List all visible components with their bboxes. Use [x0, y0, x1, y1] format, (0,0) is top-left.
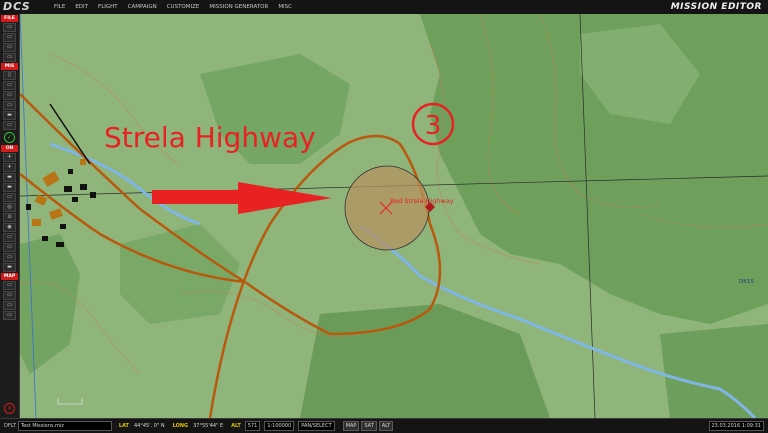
waypoint-number: 3 [425, 111, 442, 141]
long-value: 37°55'44" E [193, 423, 224, 429]
status-bar: DFLT Test Missions.miz LAT 44°45'. 0" N … [0, 418, 768, 433]
add-vehicle-button[interactable]: ▬ [3, 183, 16, 192]
menu-misc[interactable]: MISC [273, 0, 297, 14]
app-logo: DCS [3, 0, 31, 13]
map-scale[interactable]: 1:100000 [264, 421, 295, 431]
map-options-button[interactable]: ▭ [3, 281, 16, 290]
pan-select-mode[interactable]: PAN/SELECT [298, 421, 335, 431]
map-find-button[interactable]: ▭ [3, 301, 16, 310]
menu-campaign[interactable]: CAMPAIGN [123, 0, 162, 14]
check-circle-icon[interactable]: ✓ [4, 132, 15, 143]
alt-value: 571 [244, 421, 261, 431]
mission-options-button[interactable]: ▯ [3, 71, 16, 80]
draw-button[interactable]: ▭ [3, 243, 16, 252]
lat-label: LAT [118, 423, 129, 429]
section-map-label: MAP [1, 273, 18, 280]
mode-label: DFLT [4, 423, 16, 429]
measure-button[interactable]: ▭ [3, 233, 16, 242]
add-template-button[interactable]: ◎ [3, 203, 16, 212]
section-on-label: ON [1, 145, 18, 152]
alt-label: ALT [231, 423, 241, 429]
briefing-button[interactable]: ▭ [3, 81, 16, 90]
trigger-zone[interactable] [344, 165, 430, 251]
mission-file-field: Test Missions.miz [17, 421, 112, 431]
add-helicopter-button[interactable]: ✈ [3, 163, 16, 172]
add-plane-button[interactable]: ✈ [3, 153, 16, 162]
map-canvas[interactable]: Red Strela Highway 3 Strela Highway DK15 [20, 14, 768, 418]
close-circle-icon[interactable]: ✕ [4, 403, 15, 414]
triggers-button[interactable]: ▭ [3, 121, 16, 130]
forest-area [660, 324, 768, 418]
app-title: MISSION EDITOR [670, 2, 762, 12]
nav-target-button[interactable]: ▭ [3, 253, 16, 262]
section-mis-label: MIS [1, 63, 18, 70]
lat-value: 44°45'. 0" N [133, 423, 165, 429]
open-mission-button[interactable]: ▭ [3, 33, 16, 42]
annotation-title: Strela Highway [104, 121, 316, 154]
satellite-view-button[interactable]: SAT [361, 421, 377, 431]
map-view[interactable]: Red Strela Highway 3 Strela Highway DK15 [20, 14, 768, 418]
menu-flight[interactable]: FLIGHT [93, 0, 123, 14]
add-static-button[interactable]: ▭ [3, 193, 16, 202]
grid-square-label: DK15 [739, 279, 754, 285]
save-mission-button[interactable]: ▭ [3, 43, 16, 52]
date-time-display: 23.03.2016 1:09:31 [708, 421, 764, 431]
map-ruler-button[interactable]: ▭ [3, 311, 16, 320]
save-as-button[interactable]: ▭ [3, 53, 16, 62]
menu-customize[interactable]: CUSTOMIZE [162, 0, 205, 14]
add-navpoint-button[interactable]: ◉ [3, 223, 16, 232]
menu-mission-generator[interactable]: MISSION GENERATOR [204, 0, 273, 14]
coalitions-button[interactable]: ▭ [3, 101, 16, 110]
goals-button[interactable]: ▬ [3, 111, 16, 120]
weather-button[interactable]: ▭ [3, 91, 16, 100]
vehicle-route-button[interactable]: ▬ [3, 263, 16, 272]
zone-label: Red Strela Highway [390, 197, 454, 205]
menu-bar: DCS FILE EDIT FLIGHT CAMPAIGN CUSTOMIZE … [0, 0, 768, 15]
left-toolbar: FILE ▭ ▭ ▭ ▭ MIS ▯ ▭ ▭ ▭ ▬ ▭ ✓ ON ✈ ✈ ▬ … [0, 14, 20, 418]
menu-file[interactable]: FILE [49, 0, 70, 14]
map-layers-button[interactable]: ▭ [3, 291, 16, 300]
long-label: LONG [172, 423, 189, 429]
map-view-button[interactable]: MAP [342, 421, 360, 431]
add-zone-button[interactable]: ⊙ [3, 213, 16, 222]
add-ship-button[interactable]: ▬ [3, 173, 16, 182]
new-mission-button[interactable]: ▭ [3, 23, 16, 32]
menu-edit[interactable]: EDIT [70, 0, 93, 14]
section-file-label: FILE [1, 15, 18, 22]
altitude-view-button[interactable]: ALT [378, 421, 394, 431]
